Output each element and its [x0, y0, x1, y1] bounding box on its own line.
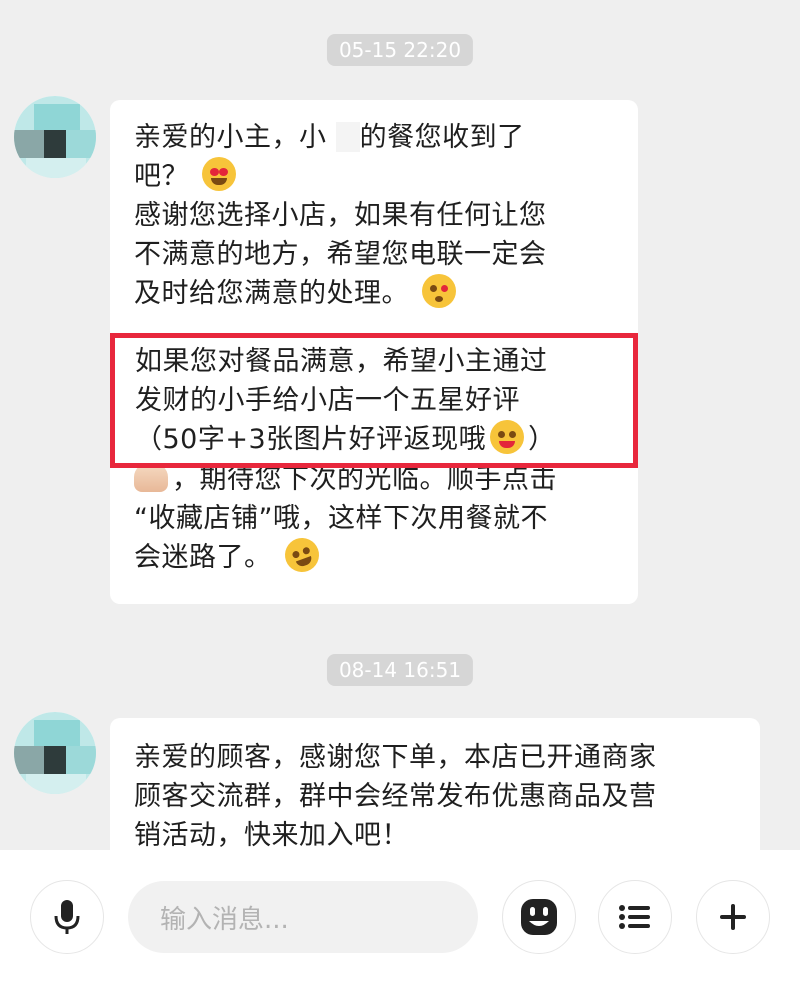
- message-paragraph: 感谢您选择小店，如果有任何让您 不满意的地方，希望您电联一定会 及时给您满意的处…: [134, 196, 616, 313]
- add-button[interactable]: [696, 880, 770, 954]
- timestamp: 05-15 22:20: [326, 34, 474, 66]
- message-text: 及时给您满意的处理。: [134, 278, 409, 309]
- chat-area[interactable]: 05-15 22:20 亲爱的小主，小 的餐您收到了 吧？ 感谢您选择小店，如果…: [0, 0, 800, 850]
- kiss-emoji-icon: [422, 274, 457, 308]
- wink-tongue-emoji-icon: [490, 420, 525, 454]
- message-text: 销活动，快来加入吧！: [134, 820, 409, 850]
- message-text: 发财的小手给小店一个五星好评: [135, 385, 520, 416]
- message-text: 的餐您收到了: [359, 122, 525, 153]
- message-bubble[interactable]: 亲爱的小主，小 的餐您收到了 吧？ 感谢您选择小店，如果有任何让您 不满意的地方…: [110, 100, 638, 604]
- message-text: 顾客交流群，群中会经常发布优惠商品及营: [134, 781, 657, 812]
- menu-button[interactable]: [598, 880, 672, 954]
- avatar[interactable]: [14, 712, 96, 794]
- message-paragraph: 亲爱的小主，小 的餐您收到了 吧？: [134, 118, 616, 196]
- emoji-icon: [521, 899, 557, 935]
- message-text: “收藏店铺”哦，这样下次用餐就不: [134, 503, 548, 534]
- highlight-box: 如果您对餐品满意，希望小主通过 发财的小手给小店一个五星好评 （50字+3张图片…: [110, 333, 638, 468]
- message-text: 亲爱的顾客，感谢您下单，本店已开通商家: [134, 742, 657, 773]
- message-text: 会迷路了。: [134, 542, 272, 573]
- redaction-block: [335, 122, 360, 152]
- microphone-icon: [54, 900, 80, 934]
- heart-eyes-emoji-icon: [202, 157, 237, 191]
- timestamp: 08-14 16:51: [326, 654, 474, 686]
- voice-button[interactable]: [30, 880, 104, 954]
- list-icon: [619, 905, 650, 929]
- message-text: 如果您对餐品满意，希望小主通过: [135, 346, 548, 377]
- message-text: （50字+3张图片好评返现哦: [135, 424, 487, 455]
- input-placeholder: 输入消息...: [160, 904, 289, 935]
- message-text: ，期待您下次的光临。顺手点击: [172, 464, 557, 495]
- emoji-button[interactable]: [502, 880, 576, 954]
- message-text: 感谢您选择小店，如果有任何让您: [134, 200, 547, 231]
- plus-icon: [720, 904, 746, 930]
- message-paragraph: ，期待您下次的光临。顺手点击 “收藏店铺”哦，这样下次用餐就不 会迷路了。: [134, 460, 616, 577]
- avatar[interactable]: [14, 96, 96, 178]
- message-text: 不满意的地方，希望您电联一定会: [134, 239, 547, 270]
- message-bubble[interactable]: 亲爱的顾客，感谢您下单，本店已开通商家 顾客交流群，群中会经常发布优惠商品及营 …: [110, 718, 760, 850]
- message-text: ）: [528, 424, 556, 455]
- message-text: 亲爱的小主，小: [134, 122, 336, 153]
- message-paragraph: 亲爱的顾客，感谢您下单，本店已开通商家 顾客交流群，群中会经常发布优惠商品及营 …: [134, 738, 738, 850]
- message-text: 吧？: [134, 161, 189, 192]
- message-input[interactable]: 输入消息...: [128, 881, 478, 953]
- rofl-emoji-icon: [279, 533, 324, 577]
